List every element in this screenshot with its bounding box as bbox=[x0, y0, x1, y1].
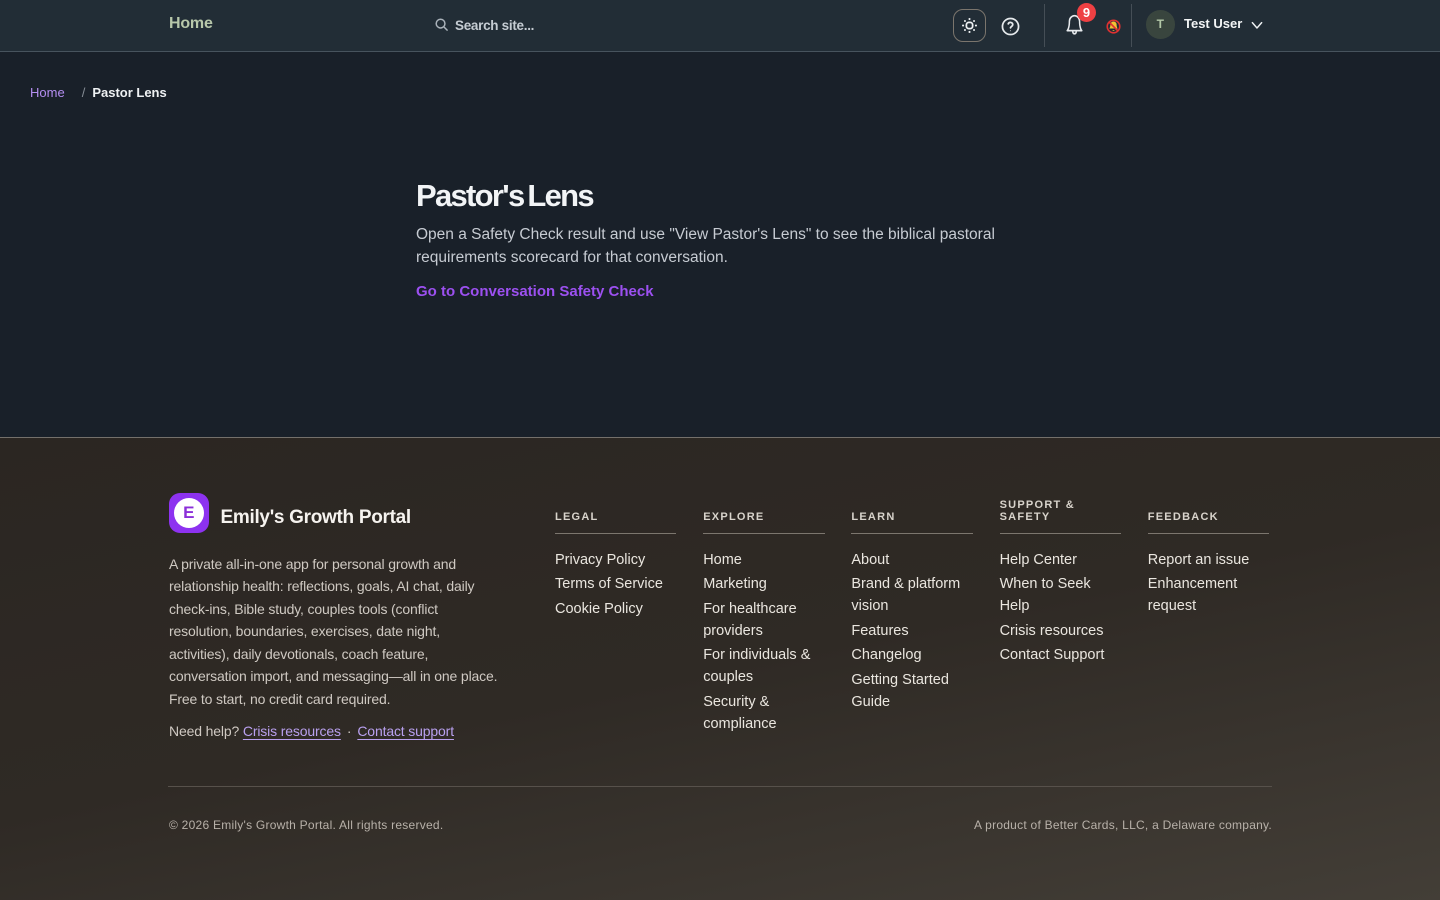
user-name: Test User bbox=[1184, 16, 1242, 31]
footer-column: LEGAL Privacy PolicyTerms of Service Cooki… bbox=[555, 493, 676, 739]
footer-link[interactable]: Report an issue bbox=[1148, 549, 1250, 571]
notification-badge: 9 bbox=[1077, 3, 1096, 22]
go-to-safety-check-link[interactable]: Go to Conversation Safety Check bbox=[416, 283, 654, 300]
footer-column-rule bbox=[1000, 533, 1121, 534]
top-navbar: Home bbox=[0, 0, 1440, 52]
footer-link[interactable]: Marketing bbox=[703, 573, 767, 595]
footer-column-links: AboutBrand & platform vision FeaturesChan… bbox=[851, 549, 972, 714]
help-circle-icon bbox=[1000, 16, 1022, 37]
footer-column-heading: LEARN bbox=[851, 493, 972, 524]
footer-link[interactable]: Contact Support bbox=[1000, 644, 1105, 666]
footer-link-item: For individuals & couples bbox=[703, 644, 824, 688]
footer-column-heading: LEGAL bbox=[555, 493, 676, 524]
breadcrumb-current: Pastor Lens bbox=[92, 85, 166, 100]
footer-column: EXPLORE HomeMarketing For healthcare provi… bbox=[703, 493, 824, 739]
avatar: T bbox=[1146, 10, 1175, 39]
footer-link[interactable]: About bbox=[851, 549, 889, 571]
footer-column-heading: FEEDBACK bbox=[1148, 493, 1269, 524]
footer-link-item: Getting Started Guide bbox=[851, 669, 972, 713]
contact-support-link[interactable]: Contact support bbox=[357, 723, 454, 739]
footer-link[interactable]: Crisis resources bbox=[1000, 620, 1104, 642]
footer-link-item: Contact Support bbox=[1000, 644, 1121, 666]
muted-bell-icon[interactable] bbox=[1106, 19, 1120, 33]
footer-divider bbox=[168, 786, 1272, 787]
nav-divider bbox=[1131, 4, 1132, 47]
footer-link[interactable]: Help Center bbox=[1000, 549, 1077, 571]
footer-link[interactable]: Changelog bbox=[851, 644, 921, 666]
help-separator: · bbox=[347, 723, 352, 739]
footer-link[interactable]: When to Seek Help bbox=[1000, 573, 1121, 617]
footer-link[interactable]: Home bbox=[703, 549, 742, 571]
footer-link-item: About bbox=[851, 549, 972, 571]
nav-divider bbox=[1044, 4, 1045, 47]
footer-link[interactable]: Enhancement request bbox=[1148, 573, 1269, 617]
footer-link[interactable]: Getting Started Guide bbox=[851, 669, 972, 713]
site-search[interactable] bbox=[434, 0, 675, 51]
footer-link[interactable]: Cookie Policy bbox=[555, 598, 643, 620]
brand-description: A private all-in-one app for personal gr… bbox=[169, 553, 503, 711]
footer-link-item: Terms of Service bbox=[555, 573, 676, 595]
product-note: A product of Better Cards, LLC, a Delawa… bbox=[974, 818, 1272, 832]
footer-column-links: HomeMarketing For healthcare providersFor… bbox=[703, 549, 824, 736]
nav-home-link[interactable]: Home bbox=[169, 15, 213, 33]
need-help-row: Need help? Crisis resources · Contact supp… bbox=[169, 723, 500, 739]
search-icon bbox=[434, 17, 449, 32]
footer-link-item: Privacy Policy bbox=[555, 549, 676, 571]
footer-column-heading: SUPPORT & SAFETY bbox=[1000, 493, 1121, 524]
footer-column: FEEDBACK Report an issueEnhancement reque… bbox=[1148, 493, 1269, 739]
footer-column: SUPPORT & SAFETY Help CenterWhen to Seek … bbox=[1000, 493, 1121, 739]
footer-link[interactable]: Features bbox=[851, 620, 908, 642]
footer-link[interactable]: Security & compliance bbox=[703, 691, 824, 735]
footer-link-item: Enhancement request bbox=[1148, 573, 1269, 617]
footer-link-item: Help Center bbox=[1000, 549, 1121, 571]
brand-logo-initial: E bbox=[174, 498, 205, 529]
page-description: Open a Safety Check result and use "View… bbox=[416, 224, 1024, 269]
footer-link-item: Changelog bbox=[851, 644, 972, 666]
footer-link[interactable]: Brand & platform vision bbox=[851, 573, 972, 617]
footer-link-columns: LEGAL Privacy PolicyTerms of Service Cooki… bbox=[555, 493, 1269, 739]
chevron-down-icon bbox=[1249, 17, 1265, 33]
footer-link-item: Security & compliance bbox=[703, 691, 824, 735]
footer-link-item: Marketing bbox=[703, 573, 824, 595]
sun-icon bbox=[961, 17, 978, 34]
page-title: Pastor's Lens bbox=[416, 178, 1024, 214]
footer-link-item: Brand & platform vision bbox=[851, 573, 972, 617]
footer-link[interactable]: Privacy Policy bbox=[555, 549, 645, 571]
need-help-label: Need help? bbox=[169, 723, 239, 739]
footer-column: LEARN AboutBrand & platform vision Feature… bbox=[851, 493, 972, 739]
footer-link-item: Features bbox=[851, 620, 972, 642]
search-input[interactable] bbox=[455, 18, 675, 33]
main-content: Pastor's Lens Open a Safety Check result… bbox=[416, 178, 1024, 301]
footer-column-heading: EXPLORE bbox=[703, 493, 824, 524]
footer-column-rule bbox=[1148, 533, 1269, 534]
footer-column-links: Report an issueEnhancement request bbox=[1148, 549, 1269, 618]
breadcrumb-separator: / bbox=[82, 85, 86, 100]
footer-column-rule bbox=[555, 533, 676, 534]
brand-logo: E bbox=[169, 493, 209, 533]
crisis-resources-link[interactable]: Crisis resources bbox=[243, 723, 341, 739]
breadcrumb-home-link[interactable]: Home bbox=[30, 85, 65, 100]
breadcrumb: Home / Pastor Lens bbox=[0, 52, 1440, 100]
help-button[interactable] bbox=[1000, 15, 1022, 37]
footer-link-item: Home bbox=[703, 549, 824, 571]
footer-link-item: Report an issue bbox=[1148, 549, 1269, 571]
footer-column-links: Privacy PolicyTerms of Service Cookie Pol… bbox=[555, 549, 676, 620]
footer-link-item: Cookie Policy bbox=[555, 598, 676, 620]
footer-link-item: When to Seek Help bbox=[1000, 573, 1121, 617]
brand-name: Emily's Growth Portal bbox=[221, 507, 411, 529]
theme-toggle-button[interactable] bbox=[953, 9, 986, 42]
footer-link[interactable]: Terms of Service bbox=[555, 573, 663, 595]
footer-link[interactable]: For healthcare providers bbox=[703, 598, 824, 642]
footer-link[interactable]: For individuals & couples bbox=[703, 644, 824, 688]
footer-column-rule bbox=[851, 533, 972, 534]
footer-column-links: Help CenterWhen to Seek Help Crisis resou… bbox=[1000, 549, 1121, 667]
notifications-button[interactable]: 9 bbox=[1066, 13, 1086, 39]
footer-link-item: Crisis resources bbox=[1000, 620, 1121, 642]
footer-column-rule bbox=[703, 533, 824, 534]
footer: E Emily's Growth Portal A private all-in… bbox=[0, 437, 1440, 900]
footer-link-item: For healthcare providers bbox=[703, 598, 824, 642]
copyright-text: © 2026 Emily's Growth Portal. All rights… bbox=[169, 818, 443, 832]
